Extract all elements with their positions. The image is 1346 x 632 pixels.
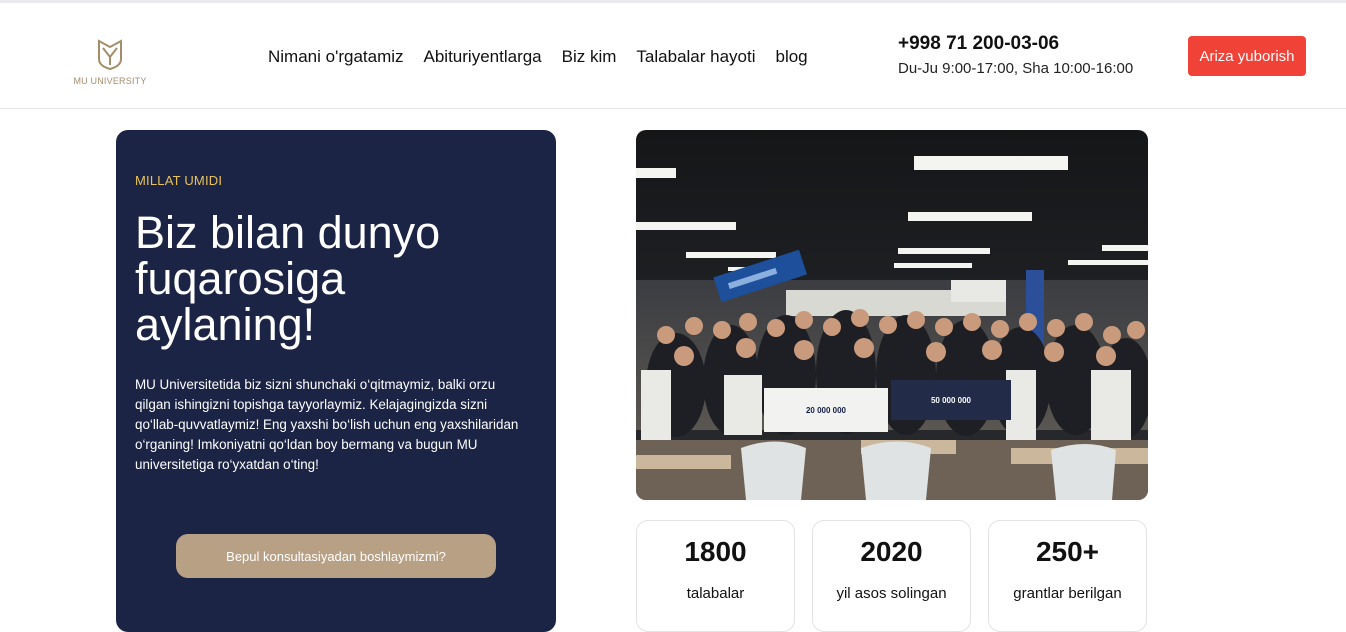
stat-grants: 250+ grantlar berilgan [988,520,1147,632]
hero-card: MILLAT UMIDI Biz bilan dunyo fuqarosiga … [116,130,556,632]
stat-students: 1800 talabalar [636,520,795,632]
nav-item-blog[interactable]: blog [776,47,808,67]
stat-label: grantlar berilgan [1013,585,1122,602]
brand-logo[interactable]: MU UNIVERSITY [68,39,152,89]
students-group-photo: 20 000 000 50 000 000 [636,130,1148,500]
stat-label: talabalar [686,585,745,602]
working-hours: Du-Ju 9:00-17:00, Sha 10:00-16:00 [898,60,1134,77]
nav-item-student-life[interactable]: Talabalar hayoti [636,47,755,67]
cheque-right-amount: 50 000 000 [931,396,972,405]
hero-eyebrow: MILLAT UMIDI [135,173,223,188]
nav-item-applicants[interactable]: Abituriyentlarga [424,47,542,67]
stat-value: 1800 [684,536,747,567]
main-nav: Nimani o'rgatamiz Abituriyentlarga Biz k… [268,47,808,67]
phone-number[interactable]: +998 71 200-03-06 [898,33,1133,55]
free-consultation-button[interactable]: Bepul konsultasiyadan boshlaymizmi? [176,534,496,578]
hero-title: Biz bilan dunyo fuqarosiga aylaning! [135,207,441,350]
stat-label: yil asos solingan [836,585,947,602]
brand-name: MU UNIVERSITY [73,76,147,86]
stat-value: 250+ [1035,536,1100,567]
stat-founded: 2020 yil asos solingan [812,520,971,632]
apply-button[interactable]: Ariza yuborish [1188,36,1306,76]
contact-info: +998 71 200-03-06 Du-Ju 9:00-17:00, Sha … [898,33,1133,77]
nav-item-about[interactable]: Biz kim [562,47,617,67]
cheque-left-amount: 20 000 000 [806,406,847,415]
nav-item-curriculum[interactable]: Nimani o'rgatamiz [268,47,404,67]
university-crest-icon [98,39,122,71]
site-header: MU UNIVERSITY Nimani o'rgatamiz Abituriy… [0,3,1346,109]
stat-value: 2020 [860,536,923,567]
hero-description: MU Universitetida biz sizni shunchaki o‘… [135,377,519,472]
